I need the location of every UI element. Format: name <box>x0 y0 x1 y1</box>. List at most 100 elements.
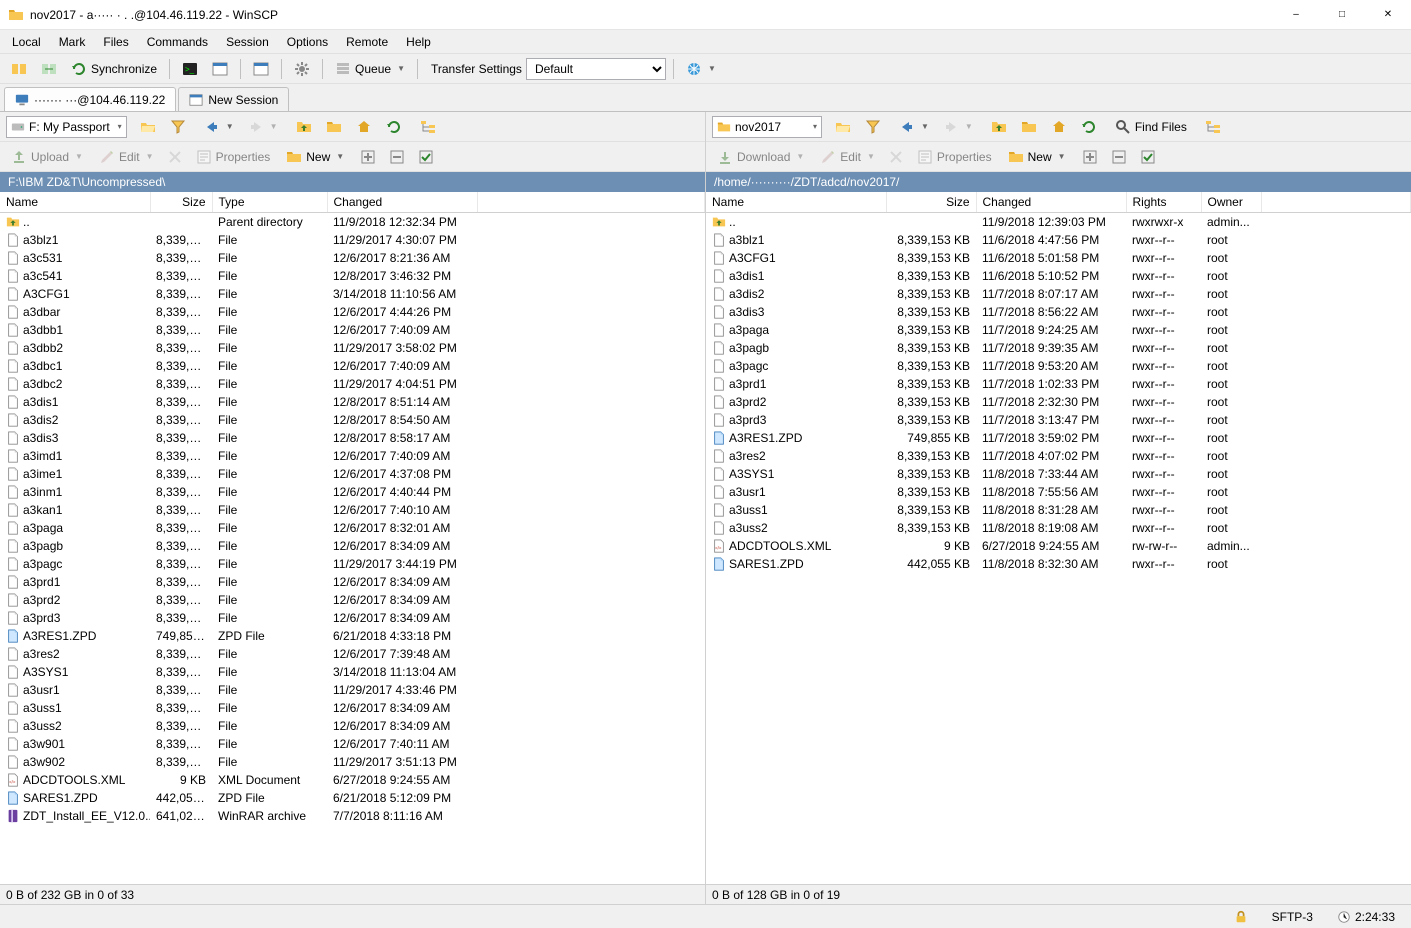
table-row[interactable]: a3dbar8,339,15...File12/6/2017 4:44:26 P… <box>0 303 705 321</box>
remote-delete-button[interactable] <box>883 146 909 168</box>
table-row[interactable]: a3dis18,339,15...File12/8/2017 8:51:14 A… <box>0 393 705 411</box>
table-row[interactable]: a3pagc8,339,15...File11/29/2017 3:44:19 … <box>0 555 705 573</box>
menu-session[interactable]: Session <box>218 32 277 52</box>
local-path[interactable]: F:\IBM ZD&T\Uncompressed\ <box>0 172 705 192</box>
local-root-button[interactable] <box>321 116 347 138</box>
table-row[interactable]: a3dis38,339,153 KB11/7/2018 8:56:22 AMrw… <box>706 303 1411 321</box>
remote-tree-button[interactable] <box>1200 116 1226 138</box>
session-tab-active[interactable]: ······· ···@104.46.119.22 <box>4 87 176 111</box>
table-row[interactable]: a3c5318,339,15...File12/6/2017 8:21:36 A… <box>0 249 705 267</box>
table-row[interactable]: a3prd38,339,15...File12/6/2017 8:34:09 A… <box>0 609 705 627</box>
remote-dir-select[interactable]: nov2017 <box>712 116 822 138</box>
table-row[interactable]: a3pagc8,339,153 KB11/7/2018 9:53:20 AMrw… <box>706 357 1411 375</box>
menu-remote[interactable]: Remote <box>338 32 396 52</box>
table-row[interactable]: a3imd18,339,15...File12/6/2017 7:40:09 A… <box>0 447 705 465</box>
local-back-button[interactable]: ▼ <box>199 116 239 138</box>
table-row[interactable]: a3blz18,339,15...File11/29/2017 4:30:07 … <box>0 231 705 249</box>
table-row[interactable]: a3usr18,339,15...File11/29/2017 4:33:46 … <box>0 681 705 699</box>
table-row[interactable]: A3RES1.ZPD749,855 KBZPD File6/21/2018 4:… <box>0 627 705 645</box>
remote-properties-button[interactable]: Properties <box>912 146 997 168</box>
table-row[interactable]: a3prd18,339,153 KB11/7/2018 1:02:33 PMrw… <box>706 375 1411 393</box>
table-row[interactable]: a3dbb18,339,15...File12/6/2017 7:40:09 A… <box>0 321 705 339</box>
console-button[interactable] <box>177 58 203 80</box>
table-row[interactable]: a3paga8,339,15...File12/6/2017 8:32:01 A… <box>0 519 705 537</box>
table-row[interactable]: a3uss28,339,15...File12/6/2017 8:34:09 A… <box>0 717 705 735</box>
table-row[interactable]: a3dbc28,339,15...File11/29/2017 4:04:51 … <box>0 375 705 393</box>
col-rights[interactable]: Rights <box>1126 192 1201 213</box>
table-row[interactable]: a3pagb8,339,15...File12/6/2017 8:34:09 A… <box>0 537 705 555</box>
local-tree-button[interactable] <box>415 116 441 138</box>
table-row[interactable]: a3pagb8,339,153 KB11/7/2018 9:39:35 AMrw… <box>706 339 1411 357</box>
transfer-settings-select[interactable]: Default <box>526 58 666 80</box>
minimize-button[interactable]: – <box>1273 0 1319 30</box>
local-upload-button[interactable]: Upload▼ <box>6 146 88 168</box>
remote-find-button[interactable]: Find Files <box>1110 116 1192 138</box>
local-properties-button[interactable]: Properties <box>191 146 276 168</box>
table-row[interactable]: SARES1.ZPD442,055 KBZPD File6/21/2018 5:… <box>0 789 705 807</box>
compare-dirs-button[interactable] <box>6 58 32 80</box>
remote-parent-button[interactable] <box>986 116 1012 138</box>
remote-file-list[interactable]: Name Size Changed Rights Owner ..11/9/20… <box>706 192 1411 884</box>
remote-path[interactable]: /home/··········/ZDT/adcd/nov2017/ <box>706 172 1411 192</box>
table-row[interactable]: a3res28,339,15...File12/6/2017 7:39:48 A… <box>0 645 705 663</box>
table-row[interactable]: ADCDTOOLS.XML9 KBXML Document6/27/2018 9… <box>0 771 705 789</box>
table-row[interactable]: A3CFG18,339,15...File3/14/2018 11:10:56 … <box>0 285 705 303</box>
table-row[interactable]: a3dis38,339,15...File12/8/2017 8:58:17 A… <box>0 429 705 447</box>
local-home-button[interactable] <box>351 116 377 138</box>
local-forward-button[interactable]: ▼ <box>243 116 283 138</box>
table-row[interactable]: a3c5418,339,15...File12/8/2017 3:46:32 P… <box>0 267 705 285</box>
table-row[interactable]: a3ime18,339,15...File12/6/2017 4:37:08 P… <box>0 465 705 483</box>
table-row[interactable]: a3dis28,339,15...File12/8/2017 8:54:50 A… <box>0 411 705 429</box>
menu-help[interactable]: Help <box>398 32 439 52</box>
col-changed[interactable]: Changed <box>327 192 477 213</box>
table-row[interactable]: a3res28,339,153 KB11/7/2018 4:07:02 PMrw… <box>706 447 1411 465</box>
local-drive-select[interactable]: F: My Passport <box>6 116 127 138</box>
remote-open-button[interactable] <box>830 116 856 138</box>
remote-edit-button[interactable]: Edit▼ <box>815 146 880 168</box>
remote-home-button[interactable] <box>1046 116 1072 138</box>
menu-local[interactable]: Local <box>4 32 49 52</box>
local-file-list[interactable]: Name Size Type Changed ..Parent director… <box>0 192 705 884</box>
session-tab-new[interactable]: New Session <box>178 87 289 111</box>
table-row[interactable]: a3prd28,339,15...File12/6/2017 8:34:09 A… <box>0 591 705 609</box>
remote-root-button[interactable] <box>1016 116 1042 138</box>
remote-forward-button[interactable]: ▼ <box>938 116 978 138</box>
sync-browse-button[interactable] <box>36 58 62 80</box>
table-row[interactable]: a3w9018,339,15...File12/6/2017 7:40:11 A… <box>0 735 705 753</box>
menu-mark[interactable]: Mark <box>51 32 94 52</box>
col-owner[interactable]: Owner <box>1201 192 1261 213</box>
col-name[interactable]: Name <box>0 192 150 213</box>
table-row[interactable]: a3uss28,339,153 KB11/8/2018 8:19:08 AMrw… <box>706 519 1411 537</box>
table-row[interactable]: ADCDTOOLS.XML9 KB6/27/2018 9:24:55 AMrw-… <box>706 537 1411 555</box>
local-parent-button[interactable] <box>291 116 317 138</box>
table-row[interactable]: ZDT_Install_EE_V12.0....641,024 KBWinRAR… <box>0 807 705 825</box>
close-button[interactable]: ✕ <box>1365 0 1411 30</box>
titlebar[interactable]: nov2017 - a····· · . .@104.46.119.22 - W… <box>0 0 1411 30</box>
table-row[interactable]: a3paga8,339,153 KB11/7/2018 9:24:25 AMrw… <box>706 321 1411 339</box>
table-row[interactable]: SARES1.ZPD442,055 KB11/8/2018 8:32:30 AM… <box>706 555 1411 573</box>
local-collapse-button[interactable] <box>384 146 410 168</box>
local-filter-button[interactable] <box>165 116 191 138</box>
table-row[interactable]: a3uss18,339,15...File12/6/2017 8:34:09 A… <box>0 699 705 717</box>
status-lock[interactable] <box>1228 910 1254 924</box>
table-row-parent[interactable]: ..11/9/2018 12:39:03 PMrwxrwxr-xadmin... <box>706 213 1411 231</box>
table-row[interactable]: a3dbc18,339,15...File12/6/2017 7:40:09 A… <box>0 357 705 375</box>
menu-options[interactable]: Options <box>279 32 336 52</box>
remote-download-button[interactable]: Download▼ <box>712 146 809 168</box>
local-delete-button[interactable] <box>162 146 188 168</box>
col-type[interactable]: Type <box>212 192 327 213</box>
local-expand-button[interactable] <box>355 146 381 168</box>
table-row[interactable]: a3dis18,339,153 KB11/6/2018 5:10:52 PMrw… <box>706 267 1411 285</box>
table-row[interactable]: A3SYS18,339,15...File3/14/2018 11:13:04 … <box>0 663 705 681</box>
menu-commands[interactable]: Commands <box>139 32 216 52</box>
table-row[interactable]: a3prd38,339,153 KB11/7/2018 3:13:47 PMrw… <box>706 411 1411 429</box>
table-row[interactable]: a3uss18,339,153 KB11/8/2018 8:31:28 AMrw… <box>706 501 1411 519</box>
table-row-parent[interactable]: ..Parent directory11/9/2018 12:32:34 PM <box>0 213 705 231</box>
table-row[interactable]: a3dis28,339,153 KB11/7/2018 8:07:17 AMrw… <box>706 285 1411 303</box>
local-edit-button[interactable]: Edit▼ <box>94 146 159 168</box>
remote-refresh-button[interactable] <box>1076 116 1102 138</box>
table-row[interactable]: a3usr18,339,153 KB11/8/2018 7:55:56 AMrw… <box>706 483 1411 501</box>
col-changed[interactable]: Changed <box>976 192 1126 213</box>
explorer-button[interactable] <box>248 58 274 80</box>
table-row[interactable]: a3dbb28,339,15...File11/29/2017 3:58:02 … <box>0 339 705 357</box>
